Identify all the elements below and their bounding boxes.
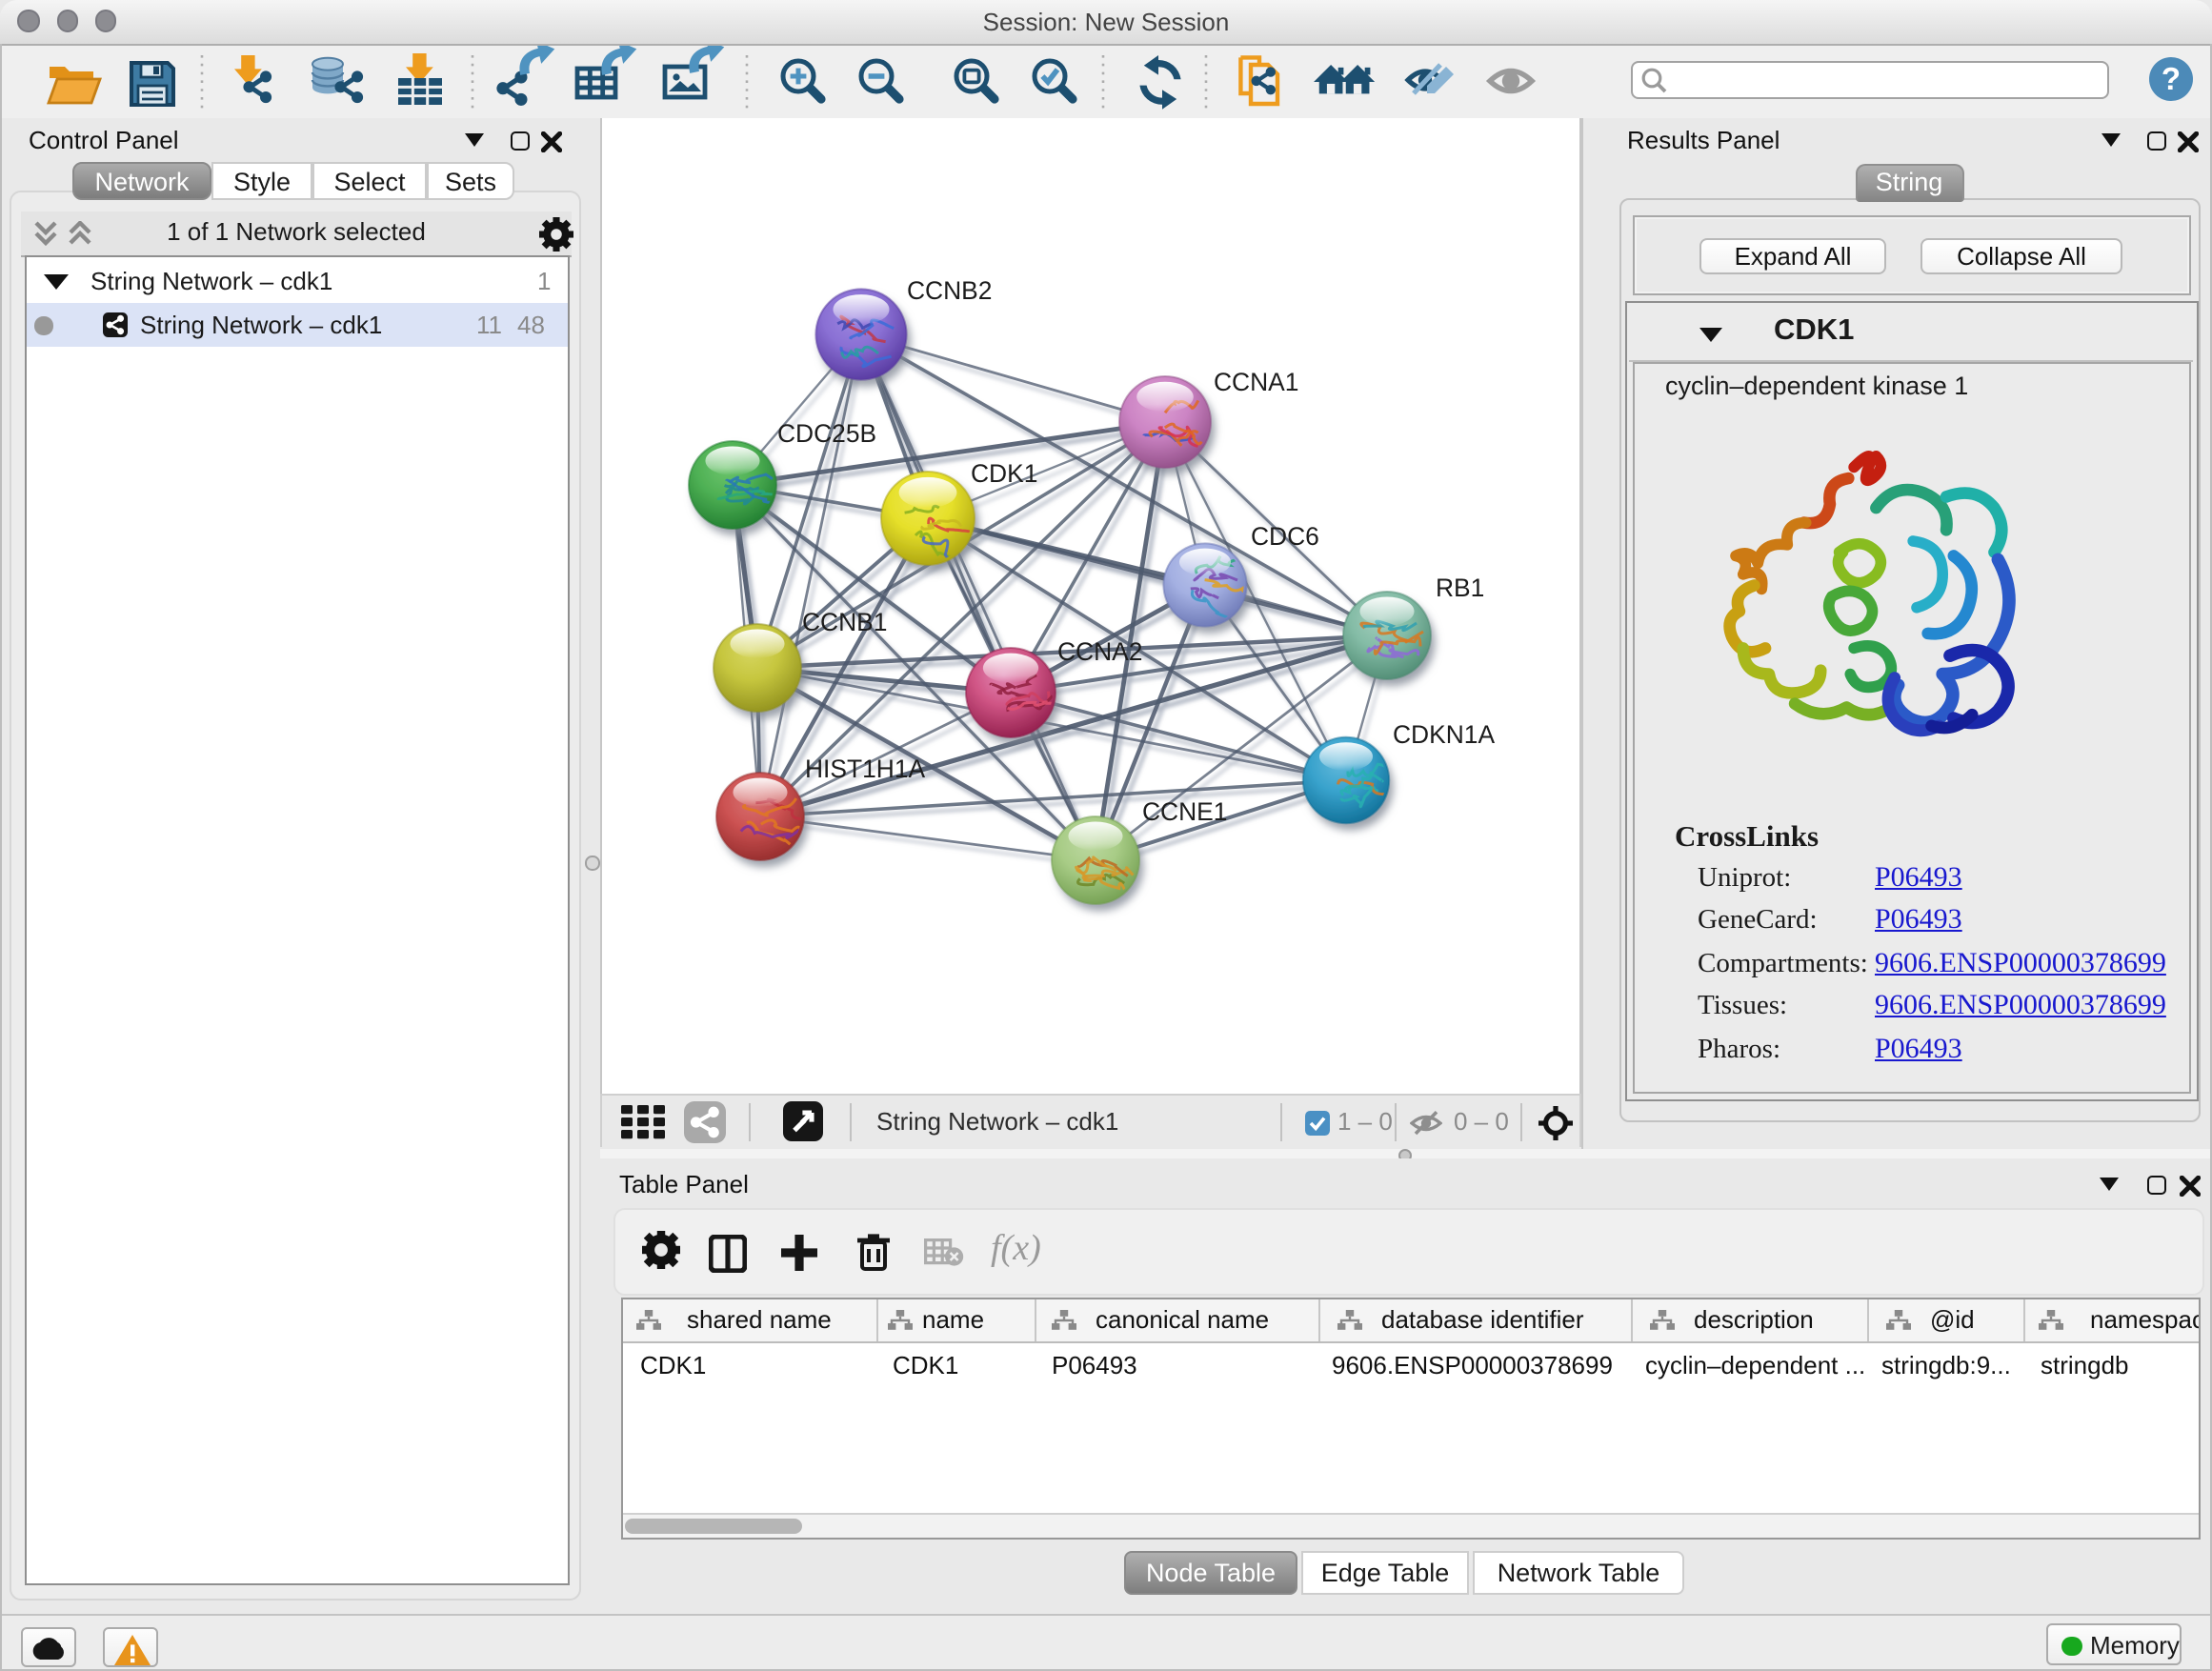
svg-text:?: ? bbox=[2162, 61, 2181, 96]
svg-text:CCNB2: CCNB2 bbox=[907, 276, 992, 305]
svg-text:CCNA1: CCNA1 bbox=[1214, 368, 1298, 396]
svg-text:RB1: RB1 bbox=[1436, 574, 1484, 602]
svg-text:CDKN1A: CDKN1A bbox=[1393, 720, 1495, 749]
svg-text:CCNB1: CCNB1 bbox=[802, 608, 887, 636]
svg-text:CDK1: CDK1 bbox=[971, 459, 1037, 488]
svg-text:HIST1H1A: HIST1H1A bbox=[805, 755, 926, 783]
svg-text:CCNA2: CCNA2 bbox=[1057, 637, 1142, 666]
svg-text:CCNE1: CCNE1 bbox=[1142, 797, 1227, 826]
svg-text:CDC6: CDC6 bbox=[1251, 522, 1319, 551]
svg-text:CDC25B: CDC25B bbox=[777, 419, 876, 448]
